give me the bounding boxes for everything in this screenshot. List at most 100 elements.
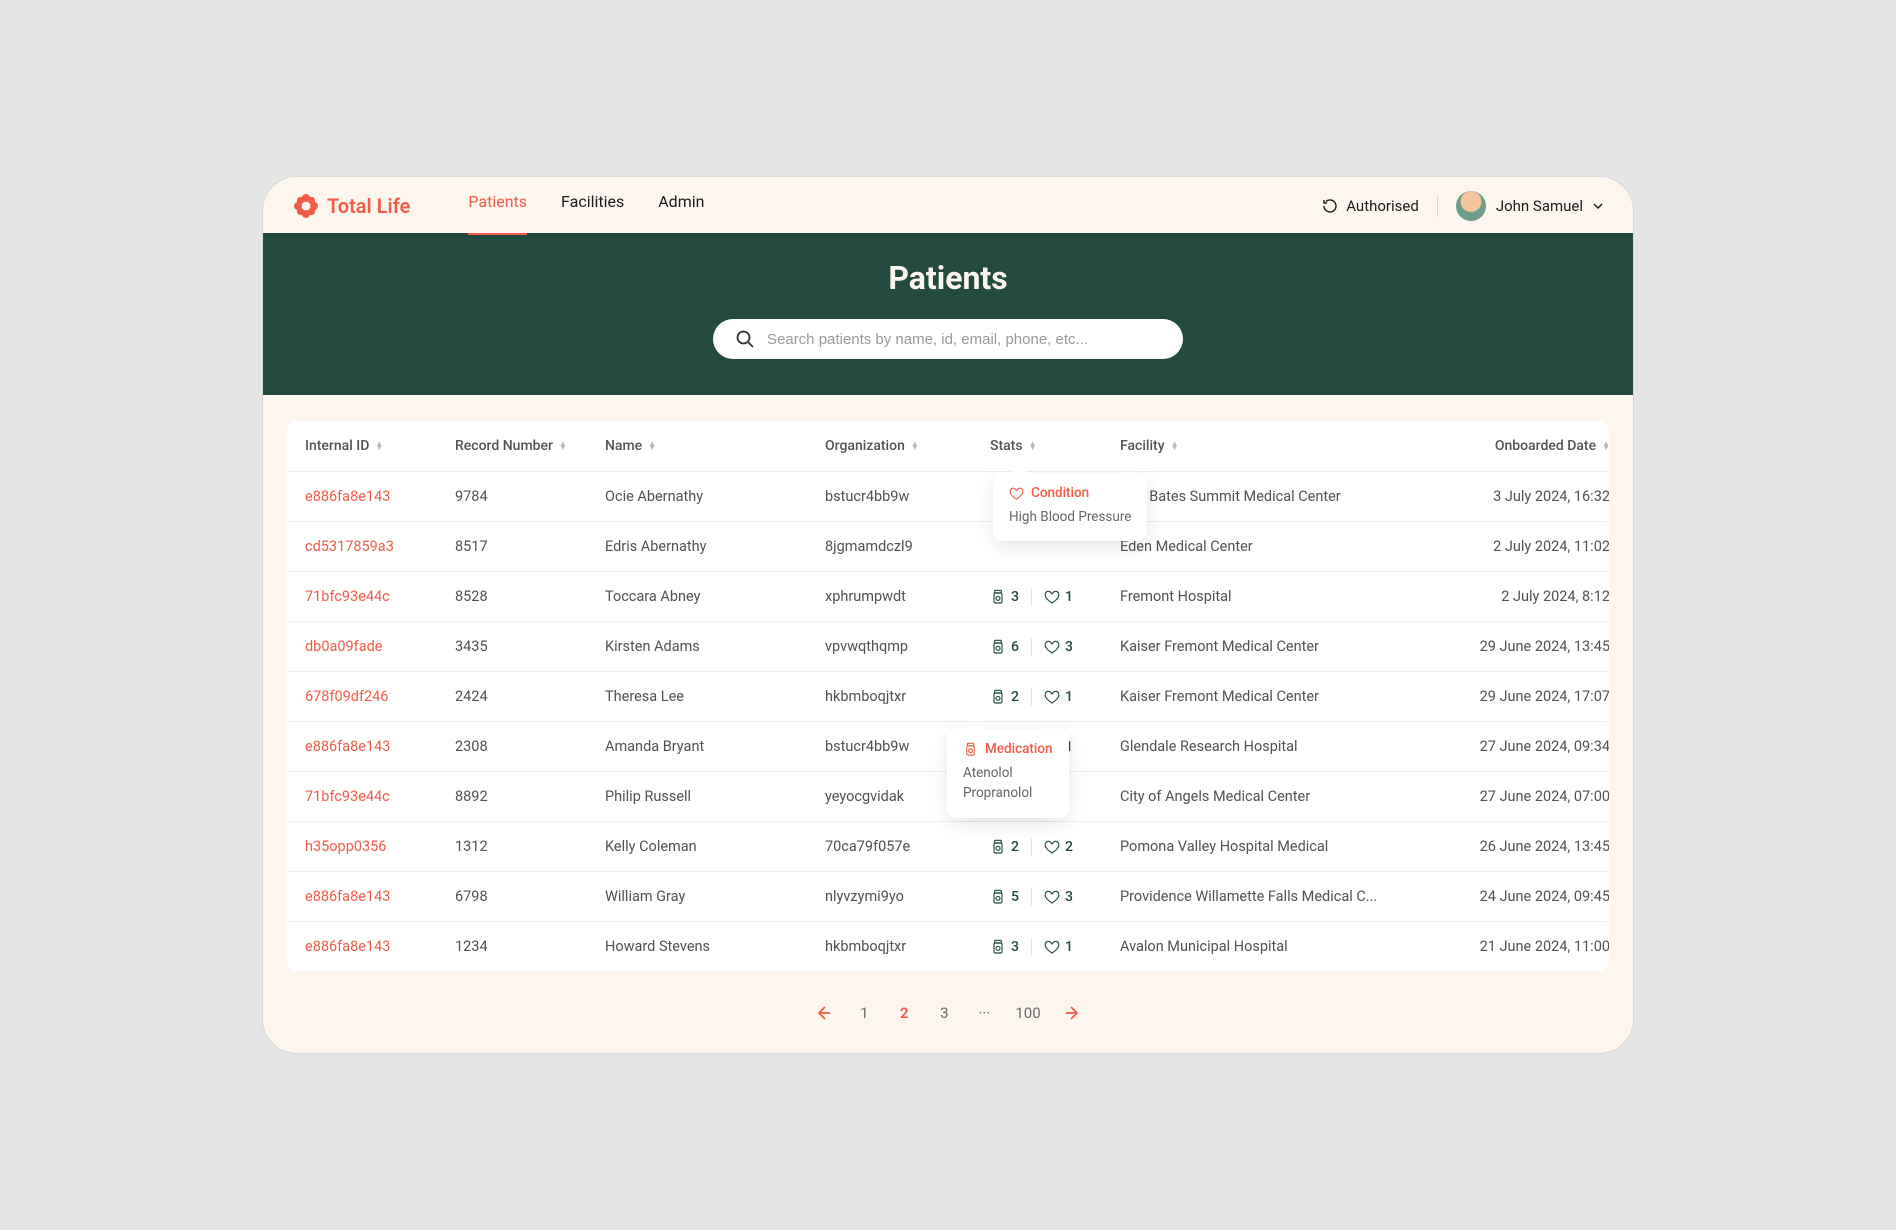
nav-admin[interactable]: Admin bbox=[658, 192, 704, 221]
hero-banner: Patients bbox=[263, 233, 1633, 395]
search-icon bbox=[735, 329, 755, 349]
sort-icon: ▲▼ bbox=[1029, 442, 1037, 450]
record-number: 1234 bbox=[455, 938, 605, 955]
col-facility[interactable]: Facility▲▼ bbox=[1120, 438, 1430, 454]
onboarded-date: 3 July 2024, 16:32 bbox=[1430, 488, 1609, 505]
internal-id-link[interactable]: h35opp0356 bbox=[305, 838, 455, 855]
condition-count[interactable]: 1 bbox=[1044, 689, 1073, 705]
col-internal-id[interactable]: Internal ID▲▼ bbox=[305, 438, 455, 454]
sort-icon: ▲▼ bbox=[375, 442, 383, 450]
stats-cell: 63 bbox=[990, 638, 1120, 656]
heart-icon bbox=[1044, 589, 1060, 605]
table-row[interactable]: h35opp03561312Kelly Coleman70ca79f057e22… bbox=[287, 821, 1609, 871]
medication-count[interactable]: 2 bbox=[990, 839, 1019, 855]
condition-count[interactable]: 3 bbox=[1044, 639, 1073, 655]
table-row[interactable]: 678f09df2462424Theresa Leehkbmboqjtxr21K… bbox=[287, 671, 1609, 721]
divider bbox=[1031, 888, 1032, 906]
organization: hkbmboqjtxr bbox=[825, 688, 990, 705]
page-2[interactable]: 2 bbox=[895, 1004, 913, 1022]
tooltip-header: Medication bbox=[963, 741, 1053, 757]
page-prev[interactable] bbox=[813, 1003, 833, 1023]
medication-count[interactable]: 6 bbox=[990, 639, 1019, 655]
internal-id-link[interactable]: 678f09df246 bbox=[305, 688, 455, 705]
page-3[interactable]: 3 bbox=[935, 1004, 953, 1022]
col-organization[interactable]: Organization▲▼ bbox=[825, 438, 990, 454]
chevron-down-icon bbox=[1593, 201, 1603, 211]
table-row[interactable]: e886fa8e1439784Ocie Abernathybstucr4bb9w… bbox=[287, 471, 1609, 521]
table-row[interactable]: cd5317859a38517Edris Abernathy8jgmamdczl… bbox=[287, 521, 1609, 571]
shield-refresh-icon bbox=[1321, 197, 1339, 215]
facility: Kaiser Fremont Medical Center bbox=[1120, 688, 1430, 705]
table-row[interactable]: 71bfc93e44c8528Toccara Abneyxphrumpwdt31… bbox=[287, 571, 1609, 621]
internal-id-link[interactable]: e886fa8e143 bbox=[305, 488, 455, 505]
sort-icon: ▲▼ bbox=[648, 442, 656, 450]
divider bbox=[1031, 838, 1032, 856]
medication-count[interactable]: 5 bbox=[990, 889, 1019, 905]
divider bbox=[1437, 195, 1438, 217]
search-input[interactable] bbox=[767, 331, 1161, 348]
stats-cell: 21 bbox=[990, 688, 1120, 706]
patients-table: Internal ID▲▼ Record Number▲▼ Name▲▼ Org… bbox=[287, 421, 1609, 971]
table-row[interactable]: db0a09fade3435Kirsten Adamsvpvwqthqmp63K… bbox=[287, 621, 1609, 671]
heart-icon bbox=[1044, 939, 1060, 955]
condition-count[interactable]: 1 bbox=[1044, 939, 1073, 955]
organization: hkbmboqjtxr bbox=[825, 938, 990, 955]
tooltip-condition: Condition High Blood Pressure bbox=[993, 473, 1147, 541]
app-frame: Total Life Patients Facilities Admin Aut… bbox=[263, 177, 1633, 1053]
divider bbox=[1031, 688, 1032, 706]
pill-bottle-icon bbox=[990, 939, 1006, 955]
condition-count[interactable]: 3 bbox=[1044, 889, 1073, 905]
facility: Kaiser Fremont Medical Center bbox=[1120, 638, 1430, 655]
col-name[interactable]: Name▲▼ bbox=[605, 438, 825, 454]
table-row[interactable]: e886fa8e1431234Howard Stevenshkbmboqjtxr… bbox=[287, 921, 1609, 971]
onboarded-date: 29 June 2024, 17:07 bbox=[1430, 688, 1609, 705]
internal-id-link[interactable]: e886fa8e143 bbox=[305, 888, 455, 905]
heart-icon bbox=[1009, 486, 1024, 501]
internal-id-link[interactable]: cd5317859a3 bbox=[305, 538, 455, 555]
pagination: 1 2 3 ··· 100 bbox=[263, 981, 1633, 1053]
internal-id-link[interactable]: 71bfc93e44c bbox=[305, 588, 455, 605]
organization: 70ca79f057e bbox=[825, 838, 990, 855]
medication-count[interactable]: 3 bbox=[990, 589, 1019, 605]
sort-icon: ▲▼ bbox=[911, 442, 919, 450]
pill-bottle-icon bbox=[990, 889, 1006, 905]
internal-id-link[interactable]: e886fa8e143 bbox=[305, 738, 455, 755]
internal-id-link[interactable]: db0a09fade bbox=[305, 638, 455, 655]
user-name: John Samuel bbox=[1496, 197, 1583, 215]
patient-name: Edris Abernathy bbox=[605, 538, 825, 555]
medication-count[interactable]: 3 bbox=[990, 939, 1019, 955]
table-row[interactable]: e886fa8e1436798William Graynlyvzymi9yo53… bbox=[287, 871, 1609, 921]
col-record-number[interactable]: Record Number▲▼ bbox=[455, 438, 605, 454]
onboarded-date: 24 June 2024, 09:45 bbox=[1430, 888, 1609, 905]
col-onboarded[interactable]: Onboarded Date▲▼ bbox=[1430, 438, 1609, 454]
facility: Glendale Research Hospital bbox=[1120, 738, 1430, 755]
onboarded-date: 21 June 2024, 11:00 bbox=[1430, 938, 1609, 955]
facility: Fremont Hospital bbox=[1120, 588, 1430, 605]
page-next[interactable] bbox=[1063, 1003, 1083, 1023]
auth-status[interactable]: Authorised bbox=[1321, 197, 1419, 215]
table-area: Internal ID▲▼ Record Number▲▼ Name▲▼ Org… bbox=[263, 395, 1633, 981]
stats-cell: 22 bbox=[990, 838, 1120, 856]
nav-patients[interactable]: Patients bbox=[468, 192, 527, 221]
user-menu[interactable]: John Samuel bbox=[1456, 191, 1603, 221]
nav-facilities[interactable]: Facilities bbox=[561, 192, 624, 221]
medication-count[interactable]: 2 bbox=[990, 689, 1019, 705]
primary-nav: Patients Facilities Admin bbox=[468, 192, 704, 221]
heart-icon bbox=[1044, 839, 1060, 855]
onboarded-date: 2 July 2024, 11:02 bbox=[1430, 538, 1609, 555]
condition-count[interactable]: 1 bbox=[1044, 589, 1073, 605]
onboarded-date: 2 July 2024, 8:12 bbox=[1430, 588, 1609, 605]
search-bar[interactable] bbox=[713, 319, 1183, 359]
record-number: 2424 bbox=[455, 688, 605, 705]
internal-id-link[interactable]: e886fa8e143 bbox=[305, 938, 455, 955]
page-last[interactable]: 100 bbox=[1015, 1004, 1040, 1022]
organization: 8jgmamdczl9 bbox=[825, 538, 990, 555]
tooltip-medication: Medication Atenolol Propranolol bbox=[947, 729, 1069, 818]
page-1[interactable]: 1 bbox=[855, 1004, 873, 1022]
col-stats[interactable]: Stats▲▼ bbox=[990, 438, 1120, 454]
brand-logo[interactable]: Total Life bbox=[293, 193, 410, 219]
internal-id-link[interactable]: 71bfc93e44c bbox=[305, 788, 455, 805]
table-header: Internal ID▲▼ Record Number▲▼ Name▲▼ Org… bbox=[287, 421, 1609, 471]
organization: nlyvzymi9yo bbox=[825, 888, 990, 905]
condition-count[interactable]: 2 bbox=[1044, 839, 1073, 855]
